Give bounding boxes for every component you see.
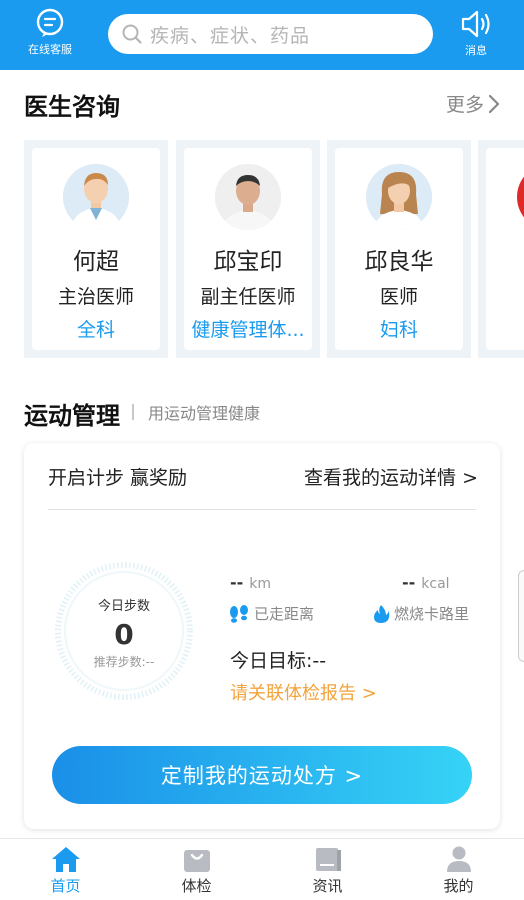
doctor-title: 副主任医师 [200, 286, 296, 308]
doctor-name: 何超 [73, 249, 119, 275]
calorie-value: -- [402, 573, 416, 592]
message-button[interactable]: 消息 [454, 8, 498, 58]
nav-checkup[interactable]: 体检 [131, 839, 262, 900]
doctor-avatar [63, 164, 129, 230]
nav-mine-label: 我的 [443, 877, 474, 895]
doctor-card[interactable]: 李 主 体 [478, 140, 524, 358]
customer-service-label: 在线客服 [28, 43, 72, 56]
doctor-department: 健康管理体... [191, 319, 305, 341]
doctor-name: 李 [486, 242, 524, 276]
doctor-name: 邱良华 [364, 249, 434, 275]
doctor-title: 主治医师 [57, 286, 134, 308]
start-pedometer-link[interactable]: 开启计步 赢奖励 [48, 463, 187, 490]
steps-label: 今日步数 [97, 599, 150, 614]
doctor-title: 主 [486, 282, 524, 309]
divider [48, 509, 476, 510]
nav-home-label: 首页 [50, 877, 81, 895]
side-float-tab[interactable] [518, 570, 524, 662]
calorie-label: 燃烧卡路里 [394, 605, 470, 623]
sport-subtitle: 用运动管理健康 [132, 400, 260, 424]
nav-mine[interactable]: 我的 [393, 839, 524, 900]
recommended-steps: 推荐步数:-- [93, 655, 155, 669]
sport-section-title: 运动管理 [24, 402, 120, 430]
doctor-card[interactable]: 邱宝印 副主任医师 健康管理体... [176, 140, 320, 358]
doctor-card[interactable]: 邱良华 医师 妇科 [327, 140, 471, 358]
home-icon [50, 845, 82, 873]
chat-bubble-icon [35, 8, 65, 38]
chevron-right-icon [488, 94, 500, 113]
book-icon [312, 845, 344, 873]
search-placeholder: 疾病、症状、药品 [150, 24, 311, 47]
footprints-icon [230, 604, 248, 623]
bottom-nav: 首页 体检 资讯 我的 [0, 838, 524, 900]
custom-exercise-prescription-button[interactable]: 定制我的运动处方 > [52, 746, 472, 804]
nav-checkup-label: 体检 [181, 877, 212, 895]
doctor-department: 妇科 [379, 319, 418, 341]
calorie-unit: kcal [421, 576, 450, 592]
link-report-button[interactable]: 请关联体检报告 > [230, 679, 377, 705]
top-bar: 在线客服 疾病、症状、药品 消息 [0, 0, 524, 70]
calorie-label-row: 燃烧卡路里 [372, 603, 469, 624]
doctor-title: 医师 [379, 286, 418, 308]
distance-label-row: 已走距离 [228, 603, 314, 624]
steps-display: 今日步数 0 推荐步数:-- [54, 561, 194, 701]
nav-home[interactable]: 首页 [0, 839, 131, 900]
divider-bar [132, 404, 134, 420]
distance-stat: -- km [230, 573, 271, 592]
nav-news[interactable]: 资讯 [262, 839, 393, 900]
steps-value: 0 [114, 618, 134, 651]
doctor-avatar [215, 164, 281, 230]
sport-detail-link[interactable]: 查看我的运动详情 > [304, 463, 478, 490]
sport-subtitle-text: 用运动管理健康 [148, 404, 261, 423]
doctor-name: 邱宝印 [213, 249, 283, 275]
bag-icon [181, 845, 213, 873]
distance-value: -- [230, 573, 244, 592]
doctor-card[interactable]: 何超 主治医师 全科 [24, 140, 168, 358]
search-input[interactable]: 疾病、症状、药品 [108, 14, 433, 54]
speaker-icon [459, 8, 493, 40]
sport-card: 开启计步 赢奖励 查看我的运动详情 > 今日步数 0 推荐步数:-- -- km … [24, 443, 500, 829]
more-label: 更多 [446, 94, 485, 116]
nav-news-label: 资讯 [312, 877, 343, 895]
search-icon [122, 24, 142, 44]
doctor-list: 何超 主治医师 全科 邱宝印 副主任医师 健康管理体... 邱良华 医师 妇科 [0, 140, 524, 360]
distance-unit: km [249, 576, 272, 592]
doctor-department: 全科 [76, 319, 115, 341]
message-label: 消息 [465, 44, 487, 57]
calorie-stat: -- kcal [402, 573, 450, 592]
doctor-section-title: 医生咨询 [24, 93, 120, 121]
doctor-avatar [517, 164, 524, 230]
more-doctors-link[interactable]: 更多 [446, 90, 500, 117]
distance-label: 已走距离 [254, 605, 315, 623]
doctor-department: 体 [486, 315, 524, 342]
customer-service-button[interactable]: 在线客服 [20, 8, 80, 57]
flame-icon [374, 604, 390, 623]
doctor-avatar [366, 164, 432, 230]
daily-goal: 今日目标:-- [230, 650, 327, 672]
user-icon [443, 845, 475, 873]
